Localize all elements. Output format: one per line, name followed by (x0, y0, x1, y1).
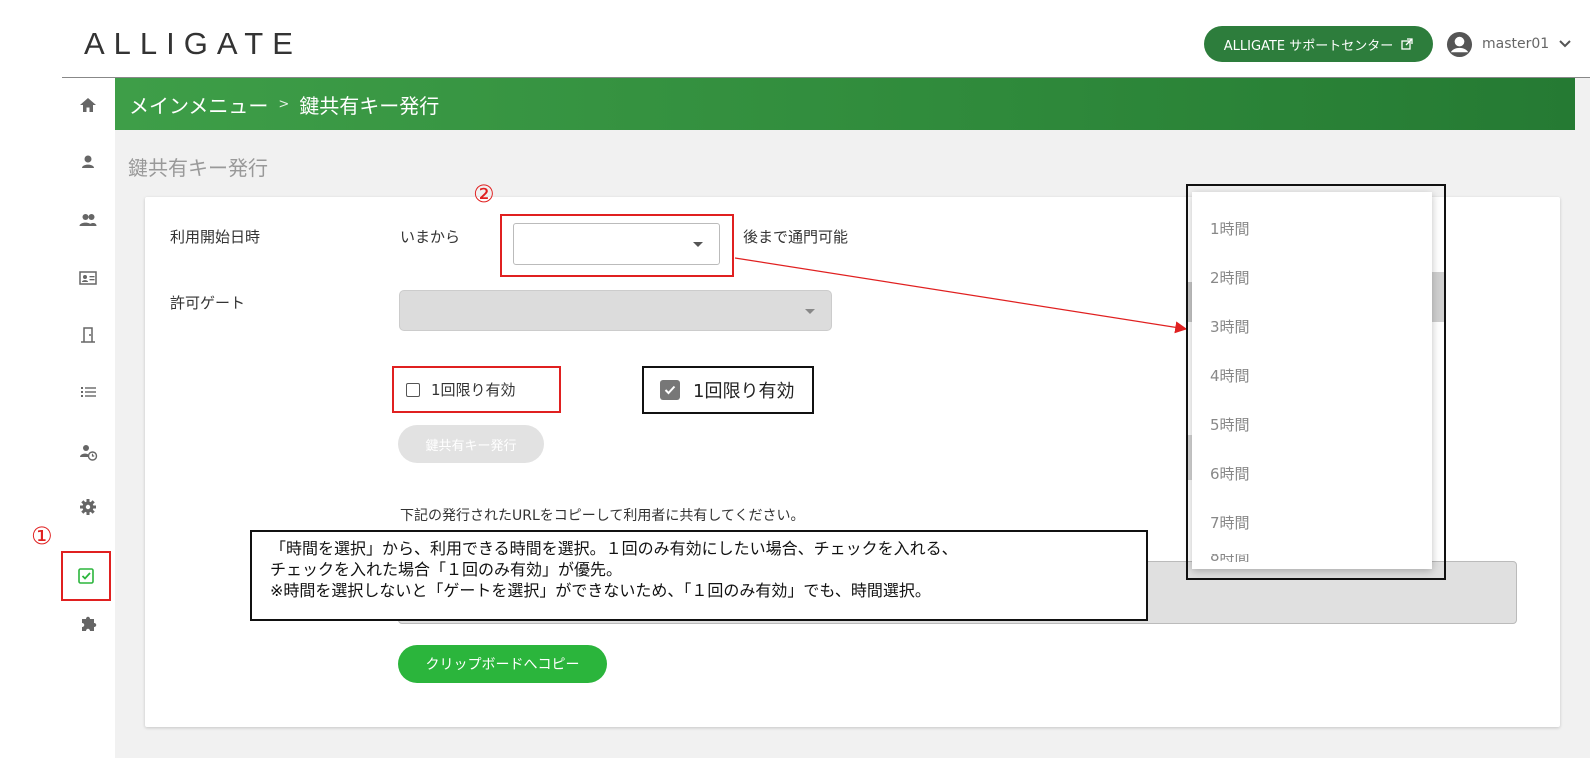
checkbox-checked-icon (660, 380, 680, 400)
issue-key-button[interactable]: 鍵共有キー発行 (398, 425, 544, 463)
copy-to-clipboard-button[interactable]: クリップボードへコピー (398, 645, 607, 683)
person-icon[interactable] (73, 147, 103, 177)
note-line-2: チェックを入れた場合「１回のみ有効」が優先。 (270, 560, 623, 579)
door-icon[interactable] (73, 320, 103, 350)
user-menu[interactable]: master01 (1446, 28, 1572, 60)
start-now-text: いまから (400, 228, 461, 246)
annotation-marker-2: ② (473, 180, 495, 208)
note-line-3: ※時間を選択しないと「ゲートを選択」ができないため、「１回のみ有効」でも、時間選… (270, 581, 931, 600)
support-center-label: ALLIGATE サポートセンター (1223, 38, 1394, 54)
note-line-1: 「時間を選択」から、利用できる時間を選択。１回のみ有効にしたい場合、チェックを入… (270, 539, 958, 558)
people-icon[interactable] (73, 205, 103, 235)
once-only-checkbox[interactable]: 1回限り有効 (392, 366, 561, 413)
duration-select[interactable] (513, 223, 720, 265)
url-instruction: 下記の発行されたURLをコピーして利用者に共有してください。 (400, 508, 805, 524)
support-center-button[interactable]: ALLIGATE サポートセンター (1204, 26, 1433, 62)
breadcrumb-separator: > (278, 96, 290, 112)
chevron-down-icon (1559, 40, 1571, 48)
list-icon[interactable] (73, 377, 103, 407)
alligate-logo: ALLIGATE (84, 26, 302, 61)
username: master01 (1482, 36, 1550, 52)
annotation-note: 「時間を選択」から、利用できる時間を選択。１回のみ有効にしたい場合、チェックを入… (250, 530, 1148, 621)
checkbox-unchecked-icon (406, 382, 420, 397)
avatar-icon (1446, 31, 1473, 57)
breadcrumb: メインメニュー > 鍵共有キー発行 (115, 78, 1575, 130)
page-title: 鍵共有キー発行 (128, 156, 268, 180)
caret-down-icon (693, 242, 703, 247)
once-only-checked-example: 1回限り有効 (642, 366, 814, 414)
breadcrumb-current: 鍵共有キー発行 (299, 93, 440, 118)
sidebar (62, 78, 115, 758)
once-only-checked-label: 1回限り有効 (693, 381, 795, 402)
annotation-box-dropdown (1186, 184, 1446, 580)
after-text: 後まで通門可能 (743, 228, 849, 246)
once-only-label: 1回限り有効 (431, 381, 516, 399)
start-datetime-label: 利用開始日時 (170, 228, 261, 246)
external-link-icon (1401, 38, 1413, 50)
check-square-icon[interactable] (61, 551, 111, 601)
gate-select[interactable] (399, 290, 832, 331)
home-icon[interactable] (73, 90, 103, 120)
breadcrumb-root[interactable]: メインメニュー (129, 90, 268, 119)
annotation-marker-1: ① (31, 522, 53, 550)
id-card-icon[interactable] (73, 263, 103, 293)
gate-label: 許可ゲート (170, 294, 246, 312)
caret-down-icon (805, 308, 815, 314)
gear-icon[interactable] (73, 492, 103, 522)
puzzle-icon[interactable] (73, 608, 103, 638)
user-clock-icon[interactable] (73, 437, 103, 467)
